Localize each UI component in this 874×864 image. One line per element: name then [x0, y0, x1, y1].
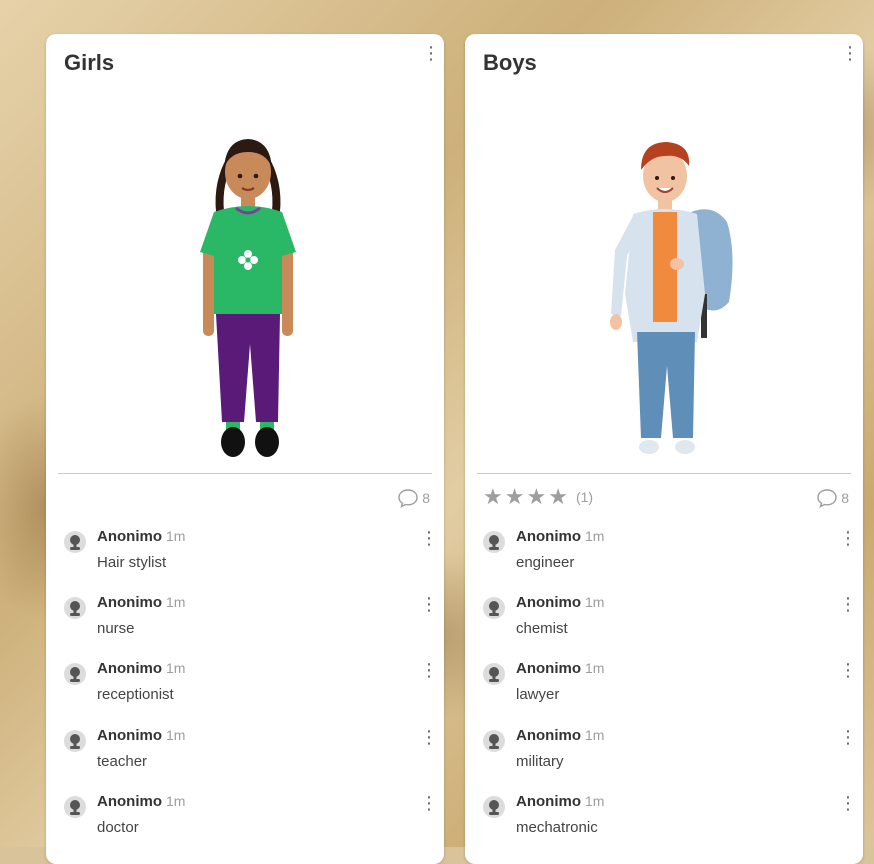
speech-bubble-icon	[398, 489, 418, 508]
rating-count: (1)	[575, 489, 594, 505]
comment-author: Anonimo 1m	[97, 727, 186, 744]
comment-item: Anonimo 1m engineer ⋮	[483, 528, 857, 584]
post-title: Boys	[483, 50, 537, 75]
comment-text: engineer	[516, 554, 575, 571]
comment-menu-icon[interactable]: ⋮	[839, 594, 857, 614]
comment-time: 1m	[166, 594, 186, 610]
comment-count-value: 8	[422, 490, 430, 506]
boy-illustration	[610, 142, 733, 454]
anonymous-avatar-icon	[483, 796, 505, 818]
comment-item: Anonimo 1m doctor ⋮	[64, 793, 438, 849]
star-icon[interactable]: ★	[505, 486, 525, 508]
post-meta-row: 8	[64, 486, 430, 510]
comment-time: 1m	[585, 660, 605, 676]
padlet-post-boys[interactable]: Boys ⋮ ★ ★ ★ ★ (1) 8 Anonimo 1m engineer…	[465, 34, 863, 864]
comment-author: Anonimo 1m	[97, 793, 186, 810]
comment-menu-icon[interactable]: ⋮	[420, 727, 438, 747]
comment-menu-icon[interactable]: ⋮	[839, 727, 857, 747]
post-divider	[58, 473, 432, 474]
comment-text: nurse	[97, 620, 135, 637]
comment-item: Anonimo 1m chemist ⋮	[483, 594, 857, 650]
comment-time: 1m	[166, 793, 186, 809]
anonymous-avatar-icon	[483, 663, 505, 685]
anonymous-avatar-icon	[64, 597, 86, 619]
comment-time: 1m	[585, 594, 605, 610]
star-icon[interactable]: ★	[526, 486, 546, 508]
comment-time: 1m	[585, 528, 605, 544]
comment-author: Anonimo 1m	[516, 594, 605, 611]
comment-text: mechatronic	[516, 819, 598, 836]
speech-bubble-icon	[817, 489, 837, 508]
comment-item: Anonimo 1m receptionist ⋮	[64, 660, 438, 716]
comment-item: Anonimo 1m military ⋮	[483, 727, 857, 783]
post-menu-icon[interactable]: ⋮	[422, 43, 440, 63]
star-icon[interactable]: ★	[483, 486, 503, 508]
anonymous-avatar-icon	[64, 796, 86, 818]
anonymous-avatar-icon	[64, 531, 86, 553]
star-rating[interactable]: ★ ★ ★ ★ (1)	[483, 486, 593, 508]
comment-menu-icon[interactable]: ⋮	[420, 528, 438, 548]
comment-time: 1m	[166, 660, 186, 676]
comment-item: Anonimo 1m mechatronic ⋮	[483, 793, 857, 849]
comment-text: Hair stylist	[97, 554, 167, 571]
comment-text: teacher	[97, 753, 148, 770]
anonymous-avatar-icon	[483, 730, 505, 752]
post-divider	[477, 473, 851, 474]
anonymous-avatar-icon	[483, 597, 505, 619]
comment-time: 1m	[585, 727, 605, 743]
post-meta-row: ★ ★ ★ ★ (1) 8	[483, 486, 849, 510]
padlet-post-girls[interactable]: Girls ⋮ 8 Anonimo 1m Hair stylist ⋮ Anon…	[46, 34, 444, 864]
post-title: Girls	[64, 50, 115, 75]
anonymous-avatar-icon	[64, 663, 86, 685]
comment-menu-icon[interactable]: ⋮	[839, 660, 857, 680]
comment-text: doctor	[97, 819, 139, 836]
comment-author: Anonimo 1m	[97, 528, 186, 545]
comment-item: Anonimo 1m nurse ⋮	[64, 594, 438, 650]
comment-text: receptionist	[97, 686, 174, 703]
comment-menu-icon[interactable]: ⋮	[839, 793, 857, 813]
comment-text: chemist	[516, 620, 568, 637]
anonymous-avatar-icon	[483, 531, 505, 553]
anonymous-avatar-icon	[64, 730, 86, 752]
comment-time: 1m	[166, 727, 186, 743]
comment-count-value: 8	[841, 490, 849, 506]
comment-author: Anonimo 1m	[516, 528, 605, 545]
comment-author: Anonimo 1m	[97, 660, 186, 677]
comment-menu-icon[interactable]: ⋮	[420, 594, 438, 614]
comment-author: Anonimo 1m	[97, 594, 186, 611]
comment-text: lawyer	[516, 686, 560, 703]
comment-text: military	[516, 753, 564, 770]
comment-menu-icon[interactable]: ⋮	[420, 793, 438, 813]
comment-menu-icon[interactable]: ⋮	[420, 660, 438, 680]
comment-item: Anonimo 1m Hair stylist ⋮	[64, 528, 438, 584]
comment-item: Anonimo 1m teacher ⋮	[64, 727, 438, 783]
girl-illustration	[200, 139, 296, 457]
post-menu-icon[interactable]: ⋮	[841, 43, 859, 63]
comment-author: Anonimo 1m	[516, 793, 605, 810]
comment-item: Anonimo 1m lawyer ⋮	[483, 660, 857, 716]
comment-author: Anonimo 1m	[516, 660, 605, 677]
comment-count[interactable]: 8	[397, 488, 430, 508]
comment-time: 1m	[585, 793, 605, 809]
comment-time: 1m	[166, 528, 186, 544]
comment-menu-icon[interactable]: ⋮	[839, 528, 857, 548]
comment-author: Anonimo 1m	[516, 727, 605, 744]
comment-count[interactable]: 8	[816, 488, 849, 508]
star-icon[interactable]: ★	[548, 486, 568, 508]
